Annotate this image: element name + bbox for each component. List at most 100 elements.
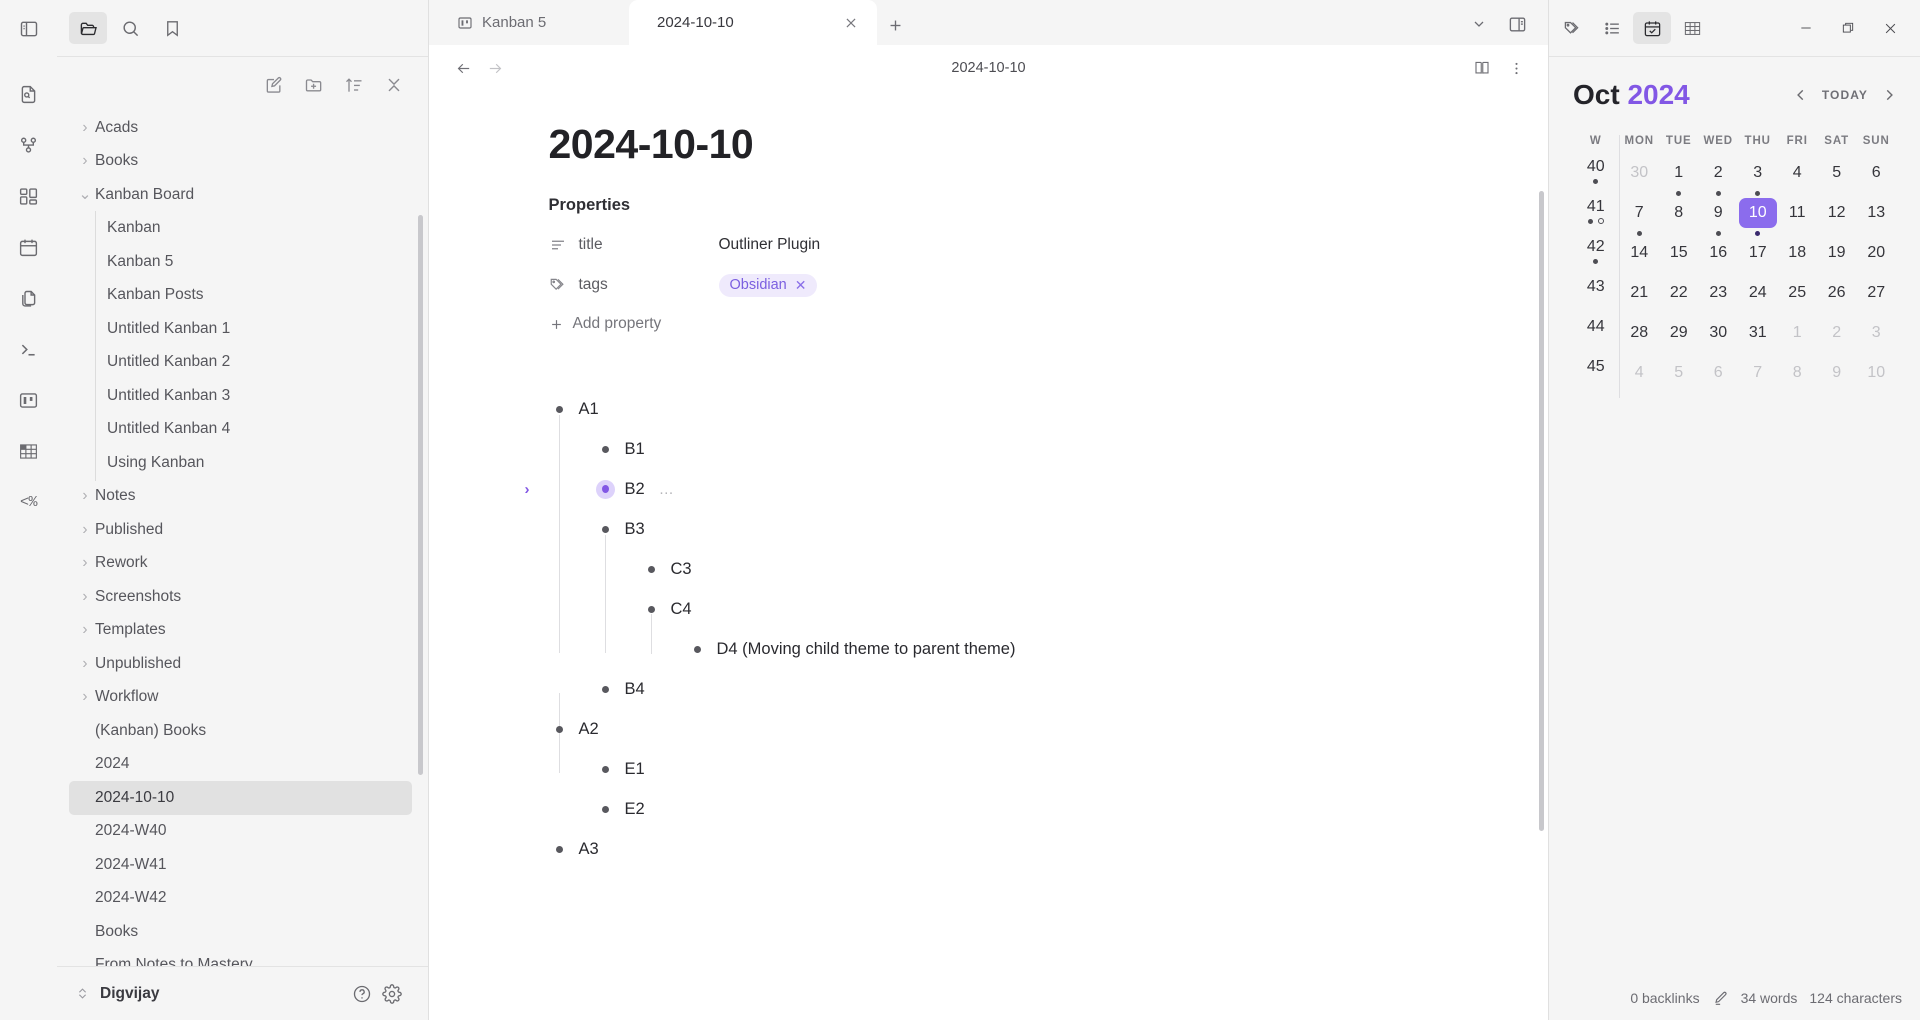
today-button[interactable]: TODAY — [1822, 88, 1868, 102]
pencil-icon[interactable] — [1712, 990, 1729, 1007]
day-cell[interactable]: 20 — [1856, 238, 1896, 278]
close-icon[interactable] — [841, 13, 861, 33]
outline-text[interactable]: C3 — [671, 560, 692, 579]
tree-file-books[interactable]: › Books — [69, 915, 412, 949]
day-cell[interactable]: 4 — [1619, 358, 1659, 398]
templater-icon[interactable]: <% — [12, 485, 46, 519]
tree-folder-kanban-board[interactable]: ⌄ Kanban Board — [69, 178, 412, 212]
chevron-down-icon[interactable]: ⌄ — [75, 185, 95, 204]
new-note-button[interactable] — [264, 75, 284, 95]
day-cell[interactable]: 21 — [1619, 278, 1659, 318]
week-number-cell[interactable]: 41 — [1573, 198, 1620, 238]
day-cell[interactable]: 7 — [1738, 358, 1777, 398]
outline-item-collapsed[interactable]: › B2 … — [525, 469, 1429, 509]
outline-item[interactable]: B4 — [549, 669, 1429, 709]
add-property-button[interactable]: Add property — [549, 315, 1429, 333]
bullet-icon[interactable] — [641, 565, 663, 573]
remove-tag-icon[interactable]: ✕ — [795, 277, 807, 294]
chevron-right-icon[interactable]: › — [75, 588, 95, 606]
outline-item[interactable]: E1 — [549, 749, 1429, 789]
outline-text[interactable]: E2 — [625, 800, 645, 819]
day-cell[interactable]: 22 — [1659, 278, 1698, 318]
day-cell[interactable]: 2 — [1817, 318, 1856, 358]
vault-switcher-icon[interactable] — [75, 986, 90, 1001]
day-cell[interactable]: 14 — [1619, 238, 1659, 278]
note-document[interactable]: 2024-10-10 Properties title Outliner Plu… — [489, 91, 1489, 869]
outline-item[interactable]: C3 — [549, 549, 1429, 589]
week-number-cell[interactable]: 40 — [1573, 158, 1620, 198]
bullet-icon[interactable] — [595, 805, 617, 813]
tab-2024-10-10[interactable]: 2024-10-10 — [629, 0, 877, 45]
day-cell[interactable]: 1 — [1777, 318, 1816, 358]
terminal-icon[interactable] — [12, 332, 46, 366]
chevron-down-icon[interactable] — [1464, 9, 1494, 39]
kanban-icon[interactable] — [12, 383, 46, 417]
day-cell[interactable]: 31 — [1738, 318, 1777, 358]
tree-file-2024[interactable]: › 2024 — [69, 748, 412, 782]
day-cell[interactable]: 11 — [1777, 198, 1816, 238]
calendar-grid[interactable]: W MON TUE WED THU FRI SAT SUN 40 30 1 2 … — [1573, 135, 1896, 398]
tree-file-untitled-kanban-4[interactable]: Untitled Kanban 4 — [69, 411, 412, 447]
chevron-right-icon[interactable]: › — [75, 621, 95, 639]
bullet-icon[interactable] — [549, 845, 571, 853]
day-cell[interactable]: 27 — [1856, 278, 1896, 318]
graph-view-icon[interactable] — [12, 128, 46, 162]
day-cell[interactable]: 30 — [1619, 158, 1659, 198]
outline-item[interactable]: C4 — [549, 589, 1429, 629]
canvas-icon[interactable] — [12, 179, 46, 213]
next-month-icon[interactable] — [1882, 86, 1896, 104]
day-cell[interactable]: 18 — [1777, 238, 1816, 278]
files-tab[interactable] — [69, 12, 107, 44]
copy-note-icon[interactable] — [12, 281, 46, 315]
day-cell[interactable]: 9 — [1699, 198, 1738, 238]
table-pane-tab[interactable] — [1673, 12, 1711, 44]
outline-pane-tab[interactable] — [1593, 12, 1631, 44]
day-cell[interactable]: 28 — [1619, 318, 1659, 358]
tree-file-from-notes-to-mastery[interactable]: › From Notes to Mastery — [69, 949, 412, 966]
tree-file-2024-w40[interactable]: › 2024-W40 — [69, 815, 412, 849]
day-cell[interactable]: 25 — [1777, 278, 1816, 318]
calendar-pane-tab[interactable] — [1633, 12, 1671, 44]
toggle-left-sidebar-icon[interactable] — [12, 12, 46, 46]
maximize-button[interactable] — [1828, 8, 1868, 48]
day-cell[interactable]: 24 — [1738, 278, 1777, 318]
toggle-right-sidebar-icon[interactable] — [1502, 9, 1532, 39]
file-tree[interactable]: › Acads › Books ⌄ Kanban Board Kanban Ka… — [57, 107, 428, 966]
week-number-cell[interactable]: 43 — [1573, 278, 1620, 318]
tree-folder-rework[interactable]: › Rework — [69, 547, 412, 581]
bullet-icon[interactable] — [595, 685, 617, 693]
search-tab[interactable] — [111, 12, 149, 44]
chevron-right-icon[interactable]: › — [75, 152, 95, 170]
day-cell[interactable]: 23 — [1699, 278, 1738, 318]
bullet-icon[interactable] — [641, 605, 663, 613]
tree-file-untitled-kanban-1[interactable]: Untitled Kanban 1 — [69, 311, 412, 346]
book-open-icon[interactable] — [1468, 54, 1496, 82]
tree-folder-published[interactable]: › Published — [69, 513, 412, 547]
outline-text[interactable]: B4 — [625, 680, 645, 699]
week-number-cell[interactable]: 44 — [1573, 318, 1620, 358]
tree-folder-unpublished[interactable]: › Unpublished — [69, 647, 412, 681]
tree-folder-screenshots[interactable]: › Screenshots — [69, 580, 412, 614]
new-folder-button[interactable] — [304, 75, 324, 95]
day-cell[interactable]: 10 — [1856, 358, 1896, 398]
tree-file-kanban[interactable]: Kanban — [69, 210, 412, 246]
character-count[interactable]: 124 characters — [1809, 990, 1902, 1006]
day-cell-selected[interactable]: 10 — [1738, 198, 1777, 238]
tree-folder-workflow[interactable]: › Workflow — [69, 681, 412, 715]
day-cell[interactable]: 15 — [1659, 238, 1698, 278]
outline-text[interactable]: A1 — [579, 400, 599, 419]
property-key[interactable]: title — [579, 236, 719, 254]
property-row-title[interactable]: title Outliner Plugin — [549, 225, 1429, 265]
outline-item[interactable]: A2 — [549, 709, 1429, 749]
tab-kanban-5[interactable]: Kanban 5 — [429, 0, 629, 45]
chevron-right-icon[interactable]: › — [75, 119, 95, 137]
help-circle-icon[interactable] — [352, 984, 372, 1004]
bookmarks-tab[interactable] — [153, 12, 191, 44]
tree-file-kanban-5[interactable]: Kanban 5 — [69, 244, 412, 279]
tree-file-2024-10-10[interactable]: › 2024-10-10 — [69, 781, 412, 815]
minimize-button[interactable] — [1786, 8, 1826, 48]
outline-item[interactable]: B3 — [549, 509, 1429, 549]
tree-folder-acads[interactable]: › Acads — [69, 111, 412, 145]
day-cell[interactable]: 3 — [1738, 158, 1777, 198]
outline-text[interactable]: E1 — [625, 760, 645, 779]
